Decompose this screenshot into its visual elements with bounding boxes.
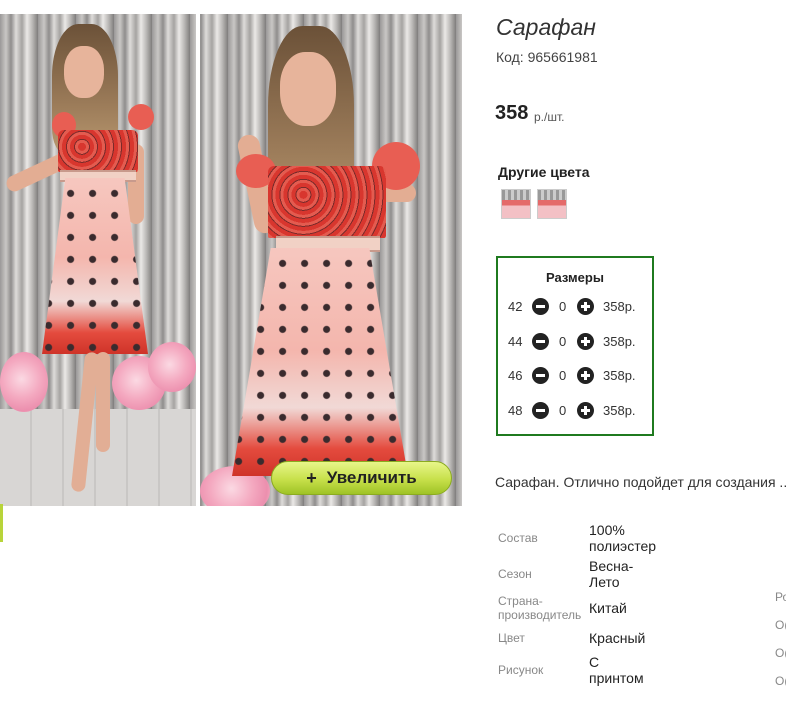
minus-icon[interactable] xyxy=(532,402,549,419)
dress-bodice xyxy=(268,166,386,238)
rose-decoration xyxy=(0,352,48,412)
size-row: 48 0 358р. xyxy=(498,400,652,422)
zoom-button[interactable]: + Увеличить xyxy=(271,461,452,495)
minus-icon[interactable] xyxy=(532,367,549,384)
model-face xyxy=(64,46,104,98)
truncated-text: О( xyxy=(775,618,786,632)
size-row: 44 0 358р. xyxy=(498,331,652,353)
quantity-value: 0 xyxy=(559,368,567,383)
photo-divider xyxy=(196,14,200,506)
quantity-value: 0 xyxy=(559,334,567,349)
zoom-button-label: Увеличить xyxy=(326,468,417,487)
sizes-panel: Размеры 42 0 358р. 44 0 358р. 46 0 358р.… xyxy=(496,256,654,436)
spec-value: Красный xyxy=(589,630,646,646)
product-description: Сарафан. Отлично подойдет для создания .… xyxy=(495,474,786,490)
size-row: 46 0 358р. xyxy=(498,365,652,387)
spec-value: 100% полиэстер xyxy=(589,522,657,554)
quantity-value: 0 xyxy=(559,299,567,314)
color-variant-thumbnail[interactable] xyxy=(537,189,567,219)
truncated-text: О( xyxy=(775,674,786,688)
product-image[interactable] xyxy=(0,14,462,506)
scroll-marker xyxy=(0,504,3,542)
spec-label: Сезон xyxy=(498,567,532,581)
other-colors-title: Другие цвета xyxy=(498,164,590,180)
product-page: + Увеличить Сарафан Код: 965661981 358 р… xyxy=(0,0,786,702)
spec-label: Страна-производитель xyxy=(498,594,582,622)
model-face xyxy=(280,52,336,126)
dress-sleeve xyxy=(128,104,154,130)
price-unit: р./шт. xyxy=(534,110,565,124)
plus-icon[interactable] xyxy=(577,402,594,419)
size-price: 358р. xyxy=(603,368,636,383)
product-title: Сарафан xyxy=(496,14,596,40)
size-price: 358р. xyxy=(603,403,636,418)
spec-label: Рисунок xyxy=(498,663,544,677)
size-label: 48 xyxy=(508,403,523,418)
plus-icon: + xyxy=(306,467,317,488)
model-leg xyxy=(96,352,110,452)
spec-label: Цвет xyxy=(498,631,525,645)
size-price: 358р. xyxy=(603,299,636,314)
truncated-text: Ро xyxy=(775,590,786,604)
truncated-text: О( xyxy=(775,646,786,660)
dress-bodice xyxy=(58,130,138,172)
sizes-title: Размеры xyxy=(546,270,604,285)
spec-value: Китай xyxy=(589,600,627,616)
plus-icon[interactable] xyxy=(577,333,594,350)
spec-label: Состав xyxy=(498,531,538,545)
dress-skirt xyxy=(232,248,408,476)
minus-icon[interactable] xyxy=(532,333,549,350)
size-label: 44 xyxy=(508,334,523,349)
plus-icon[interactable] xyxy=(577,367,594,384)
product-price: 358 xyxy=(495,102,529,124)
product-code: Код: 965661981 xyxy=(496,49,598,65)
plus-icon[interactable] xyxy=(577,298,594,315)
rose-decoration xyxy=(148,342,196,392)
size-price: 358р. xyxy=(603,334,636,349)
size-row: 42 0 358р. xyxy=(498,296,652,318)
spec-value: С принтом xyxy=(589,654,644,686)
size-label: 46 xyxy=(508,368,523,383)
minus-icon[interactable] xyxy=(532,298,549,315)
size-label: 42 xyxy=(508,299,523,314)
color-variant-thumbnail[interactable] xyxy=(501,189,531,219)
spec-value: Весна-Лето xyxy=(589,558,634,590)
quantity-value: 0 xyxy=(559,403,567,418)
